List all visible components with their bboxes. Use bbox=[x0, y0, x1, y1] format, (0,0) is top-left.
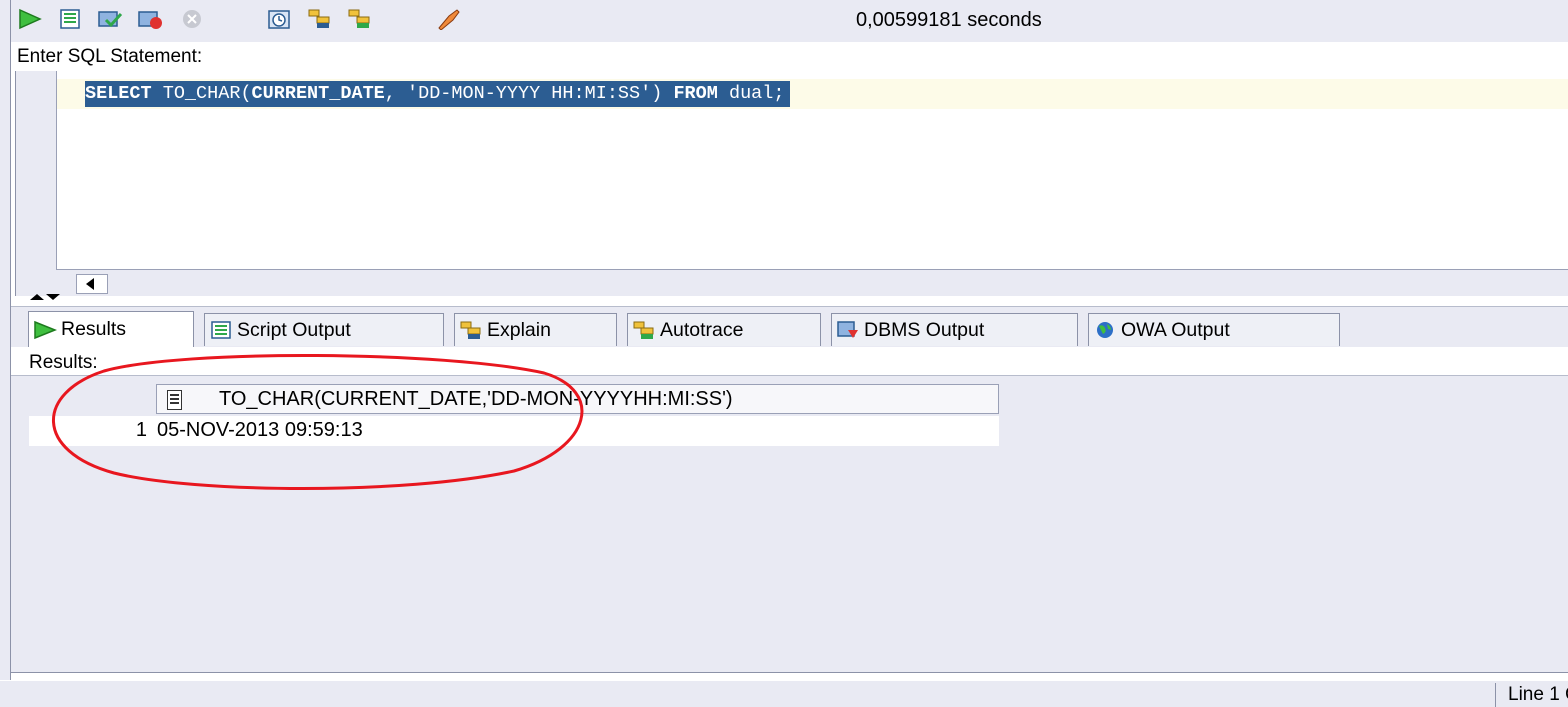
commit-icon[interactable] bbox=[97, 8, 123, 30]
tab-label: Autotrace bbox=[660, 318, 744, 341]
panel-splitter[interactable] bbox=[30, 294, 1568, 306]
sql-keyword: SELECT bbox=[85, 83, 152, 104]
rollback-icon[interactable] bbox=[137, 8, 163, 30]
tab-label: OWA Output bbox=[1121, 318, 1230, 341]
arrow-down-icon[interactable] bbox=[46, 294, 60, 300]
tab-label: DBMS Output bbox=[864, 318, 985, 341]
arrow-up-icon[interactable] bbox=[30, 294, 44, 300]
left-border bbox=[0, 0, 11, 680]
sql-editor[interactable]: SELECT TO_CHAR(CURRENT_DATE, 'DD-MON-YYY… bbox=[56, 71, 1568, 270]
clear-icon[interactable] bbox=[435, 8, 461, 30]
cancel-icon[interactable] bbox=[179, 8, 205, 30]
run-results-icon bbox=[34, 320, 57, 339]
tab-autotrace[interactable]: Autotrace bbox=[627, 313, 821, 346]
dbms-output-icon bbox=[837, 321, 858, 338]
toolbar: 0,00599181 seconds bbox=[11, 0, 1568, 42]
explain-plan-icon[interactable] bbox=[307, 8, 333, 30]
output-tabs: Results Script Output Explain Autotrace … bbox=[11, 306, 1568, 347]
elapsed-time: 0,00599181 seconds bbox=[856, 9, 1042, 31]
sql-text: TO_CHAR( bbox=[151, 83, 252, 104]
selected-sql-text[interactable]: SELECT TO_CHAR(CURRENT_DATE, 'DD-MON-YYY… bbox=[85, 81, 791, 107]
annotation-ellipse bbox=[52, 354, 584, 490]
tab-owa-output[interactable]: OWA Output bbox=[1088, 313, 1340, 346]
arrow-left-icon bbox=[86, 278, 94, 290]
run-script-icon[interactable] bbox=[57, 8, 83, 30]
sql-statement-label: Enter SQL Statement: bbox=[17, 46, 203, 67]
tab-label: Results bbox=[61, 318, 127, 340]
tab-results[interactable]: Results bbox=[28, 311, 194, 347]
cursor-position: Line 1 Column 1 bbox=[1508, 684, 1568, 705]
editor-horizontal-scrollbar[interactable] bbox=[56, 271, 1568, 295]
tab-explain[interactable]: Explain bbox=[454, 313, 617, 346]
sql-history-icon[interactable] bbox=[267, 8, 293, 30]
tab-label: Script Output bbox=[237, 318, 351, 341]
sql-worksheet: 0,00599181 seconds Enter SQL Statement: … bbox=[0, 0, 1568, 707]
editor-panel: SELECT TO_CHAR(CURRENT_DATE, 'DD-MON-YYY… bbox=[15, 71, 1568, 296]
explain-icon bbox=[460, 321, 481, 339]
sql-keyword: FROM bbox=[673, 83, 718, 104]
tab-dbms-output[interactable]: DBMS Output bbox=[831, 313, 1078, 346]
run-statement-icon[interactable] bbox=[17, 8, 43, 30]
globe-icon bbox=[1097, 322, 1113, 338]
script-output-icon bbox=[211, 321, 231, 339]
sql-keyword: CURRENT_DATE bbox=[251, 83, 385, 104]
autotrace-icon[interactable] bbox=[347, 8, 373, 30]
sql-text: dual; bbox=[717, 83, 785, 104]
status-bar: Line 1 Column 1 bbox=[0, 681, 1568, 707]
sql-text: , 'DD-MON-YYYY HH:MI:SS') bbox=[384, 83, 674, 104]
scroll-left-button[interactable] bbox=[76, 274, 108, 294]
tab-script-output[interactable]: Script Output bbox=[204, 313, 444, 346]
status-separator bbox=[1495, 683, 1496, 707]
tab-label: Explain bbox=[487, 318, 551, 341]
autotrace-icon bbox=[633, 321, 654, 339]
